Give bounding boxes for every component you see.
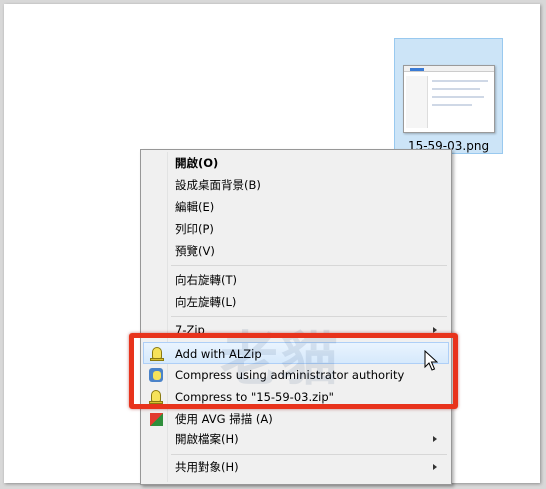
thumbnail-accent <box>410 68 424 71</box>
red-highlight-box <box>129 333 458 409</box>
menu-item-open[interactable]: 開啟(O) <box>143 152 449 174</box>
thumbnail-line <box>432 80 488 82</box>
menu-item-edit[interactable]: 編輯(E) <box>143 196 449 218</box>
menu-item-label: 設成桌面背景(B) <box>175 178 261 192</box>
menu-item-set-desktop-background[interactable]: 設成桌面背景(B) <box>143 174 449 196</box>
menu-item-label: 共用對象(H) <box>175 460 239 474</box>
menu-separator <box>171 454 447 455</box>
menu-item-share-with[interactable]: 共用對象(H) <box>143 456 449 478</box>
menu-item-open-with[interactable]: 開啟檔案(H) <box>143 428 449 450</box>
menu-item-label: 列印(P) <box>175 222 214 236</box>
thumbnail-sidebar <box>406 76 428 128</box>
menu-item-label: 開啟檔案(H) <box>175 432 239 446</box>
menu-item-label: 編輯(E) <box>175 200 215 214</box>
file-thumbnail <box>403 65 495 133</box>
menu-item-rotate-right[interactable]: 向右旋轉(T) <box>143 269 449 291</box>
screenshot-frame: 15-59-03.png 開啟(O) 設成桌面背景(B) 編輯(E) 列印(P)… <box>0 0 546 489</box>
menu-item-rotate-left[interactable]: 向左旋轉(L) <box>143 291 449 313</box>
mouse-pointer-icon <box>424 350 438 371</box>
menu-item-label: 開啟(O) <box>175 156 219 170</box>
menu-item-label: 向左旋轉(L) <box>175 295 237 309</box>
thumbnail-line <box>432 88 480 90</box>
menu-item-preview[interactable]: 預覽(V) <box>143 240 449 262</box>
thumbnail-line <box>432 104 472 106</box>
menu-item-label: 向右旋轉(T) <box>175 273 237 287</box>
thumbnail-line <box>432 96 484 98</box>
submenu-arrow-icon <box>433 436 437 442</box>
avg-icon <box>148 411 164 427</box>
menu-item-print[interactable]: 列印(P) <box>143 218 449 240</box>
desktop-file-icon[interactable]: 15-59-03.png <box>394 38 503 154</box>
menu-item-label: 預覽(V) <box>175 244 215 258</box>
submenu-arrow-icon <box>433 464 437 470</box>
menu-separator <box>171 265 447 266</box>
